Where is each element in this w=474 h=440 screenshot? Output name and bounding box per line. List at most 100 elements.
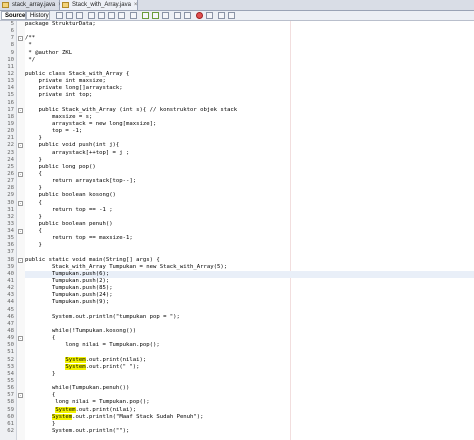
code-line[interactable]: maxsize = s; <box>25 114 474 121</box>
back-icon[interactable] <box>56 12 63 19</box>
code-text: .out.print(nilai); <box>75 406 137 413</box>
history-icon[interactable] <box>76 12 83 19</box>
highlighted-identifier: System <box>51 413 73 420</box>
code-line[interactable]: } <box>25 157 474 164</box>
toggle-rect-select-icon[interactable] <box>130 12 137 19</box>
code-line[interactable]: System.out.print(" "); <box>25 363 474 371</box>
line-number: 39 <box>7 263 14 270</box>
code-line[interactable]: } <box>25 185 474 192</box>
tab-stack-with-array[interactable]: Stack_with_Array.java × <box>60 0 138 10</box>
code-line[interactable]: public static void main(String[] args) { <box>25 257 474 264</box>
code-line[interactable]: arraystack[++top] = j ; <box>25 150 474 157</box>
code-line[interactable]: */ <box>25 57 474 64</box>
start-macro-icon[interactable] <box>196 12 203 19</box>
code-line[interactable]: } <box>25 135 474 142</box>
tab-stack-array[interactable]: stack_array.java× <box>0 0 62 10</box>
code-line[interactable]: { <box>25 228 474 235</box>
code-line[interactable]: System.out.println(""); <box>25 428 474 435</box>
code-line[interactable]: arraystack = new long[maxsize]; <box>25 121 474 128</box>
code-line[interactable]: } <box>25 371 474 378</box>
line-number: 40 <box>7 270 14 277</box>
line-number: 22 <box>7 142 14 149</box>
code-line[interactable]: } <box>25 421 474 428</box>
code-line[interactable]: return arraystack[top--]; <box>25 178 474 185</box>
code-line[interactable]: private int maxsize; <box>25 78 474 85</box>
code-line[interactable]: * <box>25 42 474 49</box>
history-tab[interactable]: History <box>26 11 50 20</box>
close-icon[interactable]: × <box>134 2 138 8</box>
code-line[interactable]: while(!Tumpukan.kosong()) <box>25 328 474 335</box>
code-line[interactable]: System.out.print(nilai); <box>25 406 474 414</box>
line-number: 33 <box>7 220 14 227</box>
code-line[interactable]: System.out.println("tumpukan pop = "); <box>25 314 474 321</box>
code-line[interactable]: } <box>25 242 474 249</box>
code-line[interactable]: Stack_with_Array Tumpukan = new Stack_wi… <box>25 264 474 271</box>
code-line[interactable]: public class Stack_with_Array { <box>25 71 474 78</box>
stop-macro-icon[interactable] <box>206 12 213 19</box>
code-line[interactable]: } <box>25 214 474 221</box>
code-text: .out.print(nilai); <box>85 356 147 363</box>
code-line[interactable]: Tumpukan.push(24); <box>25 292 474 299</box>
code-line[interactable]: long nilai = Tumpukan.pop(); <box>25 399 474 406</box>
code-line[interactable]: public Stack_with_Array (int s){ // kons… <box>25 107 474 114</box>
fold-toggle-icon[interactable]: - <box>18 200 23 206</box>
code-line[interactable]: System.out.print(nilai); <box>25 356 474 364</box>
find-icon[interactable] <box>88 12 95 19</box>
code-line[interactable]: package StrukturData; <box>25 21 474 28</box>
fold-toggle-icon[interactable]: - <box>18 229 23 235</box>
code-line[interactable] <box>25 321 474 328</box>
fold-toggle-icon[interactable]: - <box>18 393 23 399</box>
fold-toggle-icon[interactable]: - <box>18 336 23 342</box>
code-line[interactable]: private int top; <box>25 92 474 99</box>
source-tab[interactable]: Source <box>1 11 26 20</box>
code-line[interactable]: return top == maxsize-1; <box>25 235 474 242</box>
code-line[interactable]: private long[]arraystack; <box>25 85 474 92</box>
toggle-bookmark-icon[interactable] <box>162 12 169 19</box>
code-line[interactable]: long nilai = Tumpukan.pop(); <box>25 342 474 349</box>
code-line[interactable]: Tumpukan.push(6); <box>25 270 474 279</box>
code-line[interactable] <box>25 349 474 356</box>
previous-bookmark-icon[interactable] <box>142 12 149 19</box>
code-line[interactable]: Tumpukan.push(85); <box>25 285 474 292</box>
shift-right-icon[interactable] <box>184 12 191 19</box>
code-line[interactable]: public long pop() <box>25 164 474 171</box>
line-number: 41 <box>7 278 14 285</box>
code-line[interactable]: return top == -1 ; <box>25 207 474 214</box>
code-line[interactable]: public void push(int j){ <box>25 142 474 149</box>
code-line[interactable]: Tumpukan.push(2); <box>25 278 474 285</box>
code-editor[interactable]: package StrukturData; /** * * @author ZKL… <box>25 21 474 440</box>
forward-icon[interactable] <box>66 12 73 19</box>
code-line[interactable]: { <box>25 171 474 178</box>
next-bookmark-icon[interactable] <box>152 12 159 19</box>
fold-toggle-icon[interactable]: - <box>18 257 23 263</box>
code-line[interactable]: { <box>25 335 474 342</box>
uncomment-icon[interactable] <box>228 12 235 19</box>
fold-toggle-icon[interactable]: - <box>18 143 23 149</box>
code-line[interactable]: { <box>25 392 474 399</box>
line-number: 32 <box>7 213 14 220</box>
code-line[interactable] <box>25 378 474 385</box>
code-line[interactable]: { <box>25 200 474 207</box>
shift-left-icon[interactable] <box>174 12 181 19</box>
comment-icon[interactable] <box>218 12 225 19</box>
find-next-icon[interactable] <box>108 12 115 19</box>
code-line[interactable]: System.out.println("Maaf Stack Sudah Pen… <box>25 413 474 421</box>
code-line[interactable] <box>25 64 474 71</box>
line-number: 42 <box>7 285 14 292</box>
toggle-highlight-icon[interactable] <box>118 12 125 19</box>
code-line[interactable] <box>25 100 474 107</box>
code-line[interactable]: public boolean penuh() <box>25 221 474 228</box>
fold-toggle-icon[interactable]: - <box>18 171 23 177</box>
code-line[interactable]: /** <box>25 35 474 42</box>
code-line[interactable] <box>25 28 474 35</box>
code-line[interactable]: Tumpukan.push(9); <box>25 299 474 306</box>
code-line[interactable] <box>25 249 474 256</box>
code-line[interactable]: * @author ZKL <box>25 50 474 57</box>
code-line[interactable] <box>25 307 474 314</box>
code-line[interactable]: top = -1; <box>25 128 474 135</box>
code-line[interactable]: public boolean kosong() <box>25 192 474 199</box>
find-previous-icon[interactable] <box>98 12 105 19</box>
code-line[interactable]: while(Tumpukan.penuh()) <box>25 385 474 392</box>
fold-toggle-icon[interactable]: - <box>18 36 23 42</box>
fold-toggle-icon[interactable]: - <box>18 107 23 113</box>
